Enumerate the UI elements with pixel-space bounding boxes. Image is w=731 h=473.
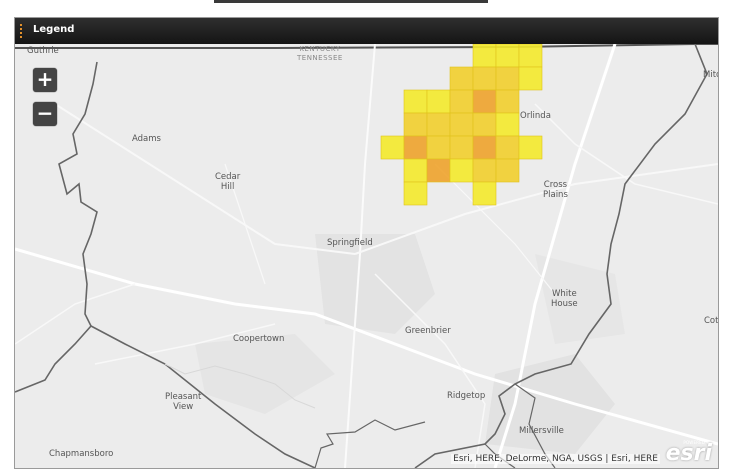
heat-cell[interactable] [472,66,497,91]
legend-title: Legend [33,24,75,35]
heat-cell[interactable] [449,158,474,183]
state-label-tennessee: TENNESSEE [297,54,343,62]
heat-cell[interactable] [518,66,543,91]
heat-cell[interactable] [403,158,428,183]
map-window: Legend KENTUCKY TENNESSEE Guthrie Mit Ad… [14,17,719,469]
heat-cell[interactable] [472,181,497,206]
heat-cell[interactable] [495,44,520,68]
esri-wordmark: esri [665,441,712,466]
heat-cell[interactable] [403,135,428,160]
heat-cell[interactable] [495,158,520,183]
place-millersville: Millersville [519,426,564,436]
heat-cell[interactable] [472,89,497,114]
heat-cell[interactable] [449,66,474,91]
place-white-house: White House [551,289,578,309]
place-coopertown: Coopertown [233,334,285,344]
heat-grid-layer[interactable] [380,44,543,206]
heat-cell[interactable] [449,135,474,160]
place-mitchellville: Mitc [703,70,718,80]
heat-cell[interactable] [426,112,451,137]
place-orlinda: Orlinda [520,111,551,121]
heat-cell[interactable] [472,135,497,160]
place-adams: Adams [132,134,161,144]
heat-cell[interactable] [426,135,451,160]
heat-cell[interactable] [380,135,405,160]
map-canvas[interactable]: KENTUCKY TENNESSEE Guthrie Mitc Adams Ce… [15,44,718,468]
heat-cell[interactable] [403,112,428,137]
state-label-kentucky: KENTUCKY [299,45,341,53]
esri-logo[interactable]: POWERED BY esri [664,438,714,466]
heat-cell[interactable] [403,89,428,114]
place-chapmansboro: Chapmansboro [49,449,114,459]
heat-cell[interactable] [495,135,520,160]
legend-header[interactable]: Legend [15,18,718,44]
heat-cell[interactable] [495,66,520,91]
map-attribution: Esri, HERE, DeLorme, NGA, USGS | Esri, H… [451,454,660,464]
drag-handle-icon[interactable] [20,24,22,38]
heat-cell[interactable] [472,112,497,137]
place-pleasant-view: Pleasant View [165,392,202,412]
place-greenbrier: Greenbrier [405,326,451,336]
heat-cell[interactable] [472,158,497,183]
basemap [15,44,718,468]
place-cross-plains: Cross Plains [543,180,568,200]
state-labels: KENTUCKY TENNESSEE [297,45,343,63]
heat-cell[interactable] [472,44,497,68]
heat-cell[interactable] [518,44,543,68]
place-guthrie: Guthrie [27,46,59,56]
place-springfield: Springfield [327,238,373,248]
heat-cell[interactable] [449,89,474,114]
zoom-in-button[interactable]: + [33,68,57,92]
heat-cell[interactable] [426,158,451,183]
place-cottontown: Cot [704,316,718,326]
heat-cell[interactable] [426,89,451,114]
heat-cell[interactable] [403,181,428,206]
heat-cell[interactable] [495,89,520,114]
zoom-out-button[interactable]: − [33,102,57,126]
top-edge-bar [214,0,488,3]
heat-cell[interactable] [449,112,474,137]
place-ridgetop: Ridgetop [447,391,486,401]
place-cedar-hill: Cedar Hill [215,172,241,192]
heat-cell[interactable] [495,112,520,137]
heat-cell[interactable] [518,135,543,160]
